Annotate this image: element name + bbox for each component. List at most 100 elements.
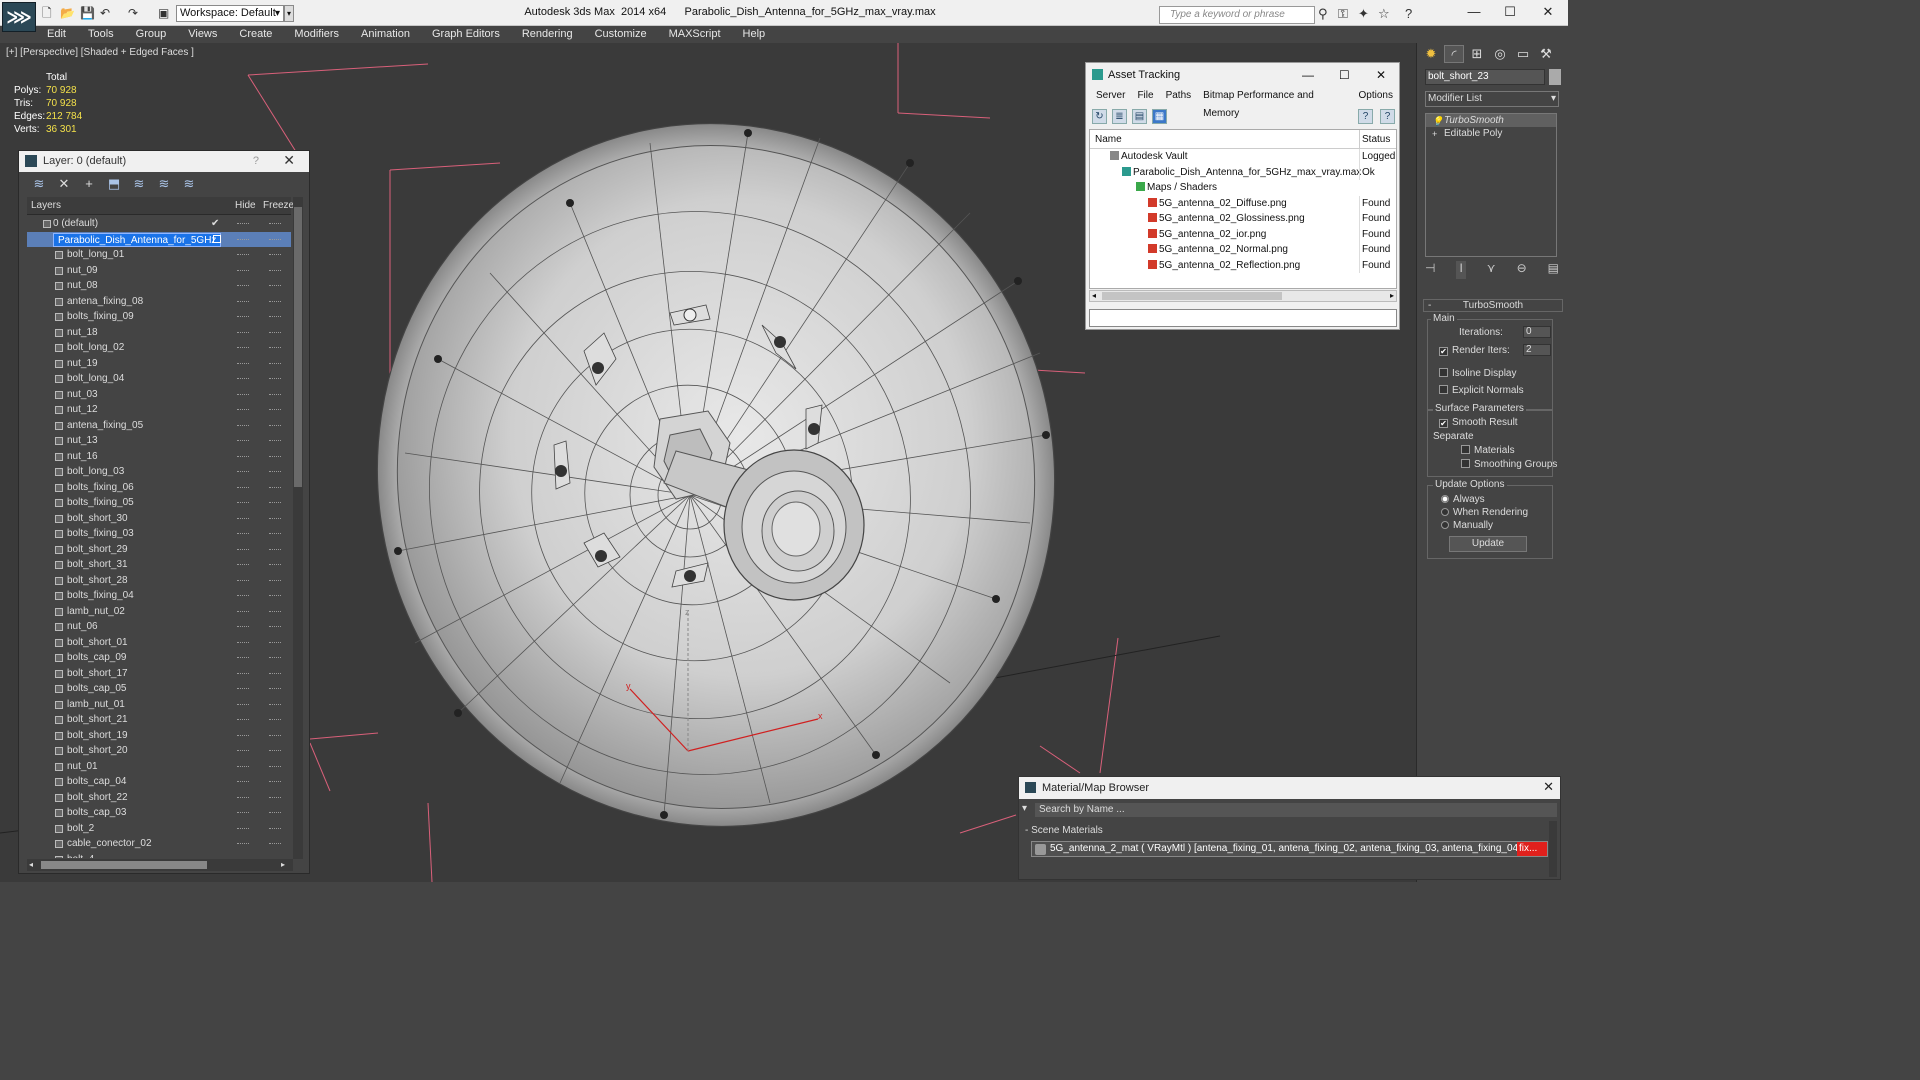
remove-modifier-icon[interactable]: ⊖ <box>1517 261 1527 279</box>
add-to-layer-icon[interactable]: + <box>81 176 97 192</box>
hide-toggle[interactable] <box>237 796 249 799</box>
freeze-toggle[interactable] <box>269 579 281 582</box>
asset-row[interactable]: 5G_antenna_02_Normal.png Found <box>1090 242 1396 258</box>
hide-toggle[interactable] <box>237 734 249 737</box>
freeze-toggle[interactable] <box>269 827 281 830</box>
hide-toggle[interactable] <box>237 238 249 241</box>
current-layer-icon[interactable] <box>213 234 221 243</box>
freeze-toggle[interactable] <box>269 269 281 272</box>
layer-object-row[interactable]: nut_09 <box>27 263 291 279</box>
menu-graph-editors[interactable]: Graph Editors <box>421 26 511 43</box>
layer-panel-title-bar[interactable]: Layer: 0 (default) ? ✕ <box>19 151 309 172</box>
layer-object-row[interactable]: bolts_fixing_03 <box>27 526 291 542</box>
freeze-toggle[interactable] <box>269 455 281 458</box>
col-freeze[interactable]: Freeze <box>263 197 294 215</box>
layer-object-row[interactable]: nut_03 <box>27 387 291 403</box>
hide-toggle[interactable] <box>237 223 249 225</box>
asset-row[interactable]: Autodesk VaultLogged C <box>1090 149 1396 165</box>
col-hide[interactable]: Hide <box>235 197 256 215</box>
hide-toggle[interactable] <box>237 269 249 272</box>
scene-materials-section[interactable]: - Scene Materials <box>1025 825 1103 836</box>
render-iters-spinner[interactable]: 2 <box>1523 344 1551 356</box>
material-search-input[interactable]: Search by Name ... <box>1035 803 1557 817</box>
motion-tab-icon[interactable]: ◎ <box>1490 45 1510 63</box>
menu-customize[interactable]: Customize <box>584 26 658 43</box>
freeze-toggle[interactable] <box>269 378 281 380</box>
asset-row[interactable]: Maps / Shaders <box>1090 180 1396 196</box>
satellite-icon[interactable]: ✦ <box>1358 6 1369 22</box>
layer-object-row[interactable]: bolt_long_02 <box>27 340 291 356</box>
turbosmooth-rollout-header[interactable]: TurboSmooth <box>1423 299 1563 312</box>
refresh-icon[interactable]: ↻ <box>1092 109 1107 124</box>
layer-object-row[interactable]: bolt_short_30 <box>27 511 291 527</box>
menu-tools[interactable]: Tools <box>77 26 125 43</box>
col-status[interactable]: Status <box>1359 130 1390 149</box>
scroll-thumb[interactable] <box>41 861 207 869</box>
create-tab-icon[interactable]: ✹ <box>1421 45 1441 63</box>
hide-toggle[interactable] <box>237 409 249 411</box>
asset-row[interactable]: 5G_antenna_02_Reflection.png Found <box>1090 257 1396 273</box>
layer-object-row[interactable]: lamb_nut_02 <box>27 604 291 620</box>
hide-toggle[interactable] <box>237 703 249 706</box>
hide-toggle[interactable] <box>237 378 249 380</box>
asset-row[interactable]: 5G_antenna_02_Glossiness.png Found <box>1090 211 1396 227</box>
layer-object-row[interactable]: bolt_2 <box>27 821 291 837</box>
layer-object-row[interactable]: bolt_short_21 <box>27 712 291 728</box>
freeze-toggle[interactable] <box>269 393 281 396</box>
always-radio-row[interactable]: Always <box>1441 494 1485 506</box>
menu-group[interactable]: Group <box>125 26 178 43</box>
layer-object-row[interactable]: nut_19 <box>27 356 291 372</box>
smooth-result-checkbox[interactable]: ✔ <box>1439 419 1448 428</box>
help-icon[interactable]: ? <box>1405 6 1412 21</box>
asset-menu-server[interactable]: Server <box>1090 87 1131 105</box>
freeze-toggle[interactable] <box>269 517 281 520</box>
expand-icon[interactable]: + <box>1432 128 1437 141</box>
smooth-result-row[interactable]: ✔ Smooth Result <box>1439 417 1518 429</box>
asset-path-input[interactable] <box>1089 309 1397 327</box>
hide-toggle[interactable] <box>237 812 249 814</box>
hide-toggle[interactable] <box>237 750 249 752</box>
menu-edit[interactable]: Edit <box>36 26 77 43</box>
hide-toggle[interactable] <box>237 564 249 566</box>
layer-object-row[interactable]: nut_08 <box>27 278 291 294</box>
freeze-toggle[interactable] <box>269 750 281 752</box>
show-end-result-icon[interactable]: I <box>1456 261 1466 279</box>
freeze-toggle[interactable] <box>269 595 281 597</box>
materials-row[interactable]: Materials <box>1461 445 1515 457</box>
hide-toggle[interactable] <box>237 765 249 768</box>
hide-toggle[interactable] <box>237 424 249 427</box>
layer-object-row[interactable]: bolt_short_17 <box>27 666 291 682</box>
hide-toggle[interactable] <box>237 331 249 334</box>
layer-object-row[interactable]: bolt_4 <box>27 852 291 858</box>
layer-object-row[interactable]: nut_06 <box>27 619 291 635</box>
layer-object-row[interactable]: bolt_short_19 <box>27 728 291 744</box>
layer-object-row[interactable]: bolt_short_20 <box>27 743 291 759</box>
hide-toggle[interactable] <box>237 781 249 783</box>
layer-object-row[interactable]: lamb_nut_01 <box>27 697 291 713</box>
delete-layer-icon[interactable]: ✕ <box>56 176 72 192</box>
app-logo-icon[interactable]: ⋙ <box>2 2 36 32</box>
freeze-toggle[interactable] <box>269 765 281 768</box>
scroll-right-icon[interactable]: ▸ <box>281 859 285 871</box>
configure-sets-icon[interactable]: ▤ <box>1548 261 1559 279</box>
freeze-all-icon[interactable]: ≋ <box>181 176 197 192</box>
search-input[interactable]: Type a keyword or phrase <box>1159 6 1315 24</box>
freeze-toggle[interactable] <box>269 471 281 473</box>
hide-toggle[interactable] <box>237 579 249 582</box>
layer-object-row[interactable]: nut_13 <box>27 433 291 449</box>
freeze-toggle[interactable] <box>269 548 281 551</box>
minimize-icon[interactable]: — <box>1302 63 1314 87</box>
material-browser-title-bar[interactable]: Material/Map Browser ✕ <box>1019 777 1560 799</box>
manually-radio[interactable] <box>1441 521 1449 529</box>
hide-toggle[interactable] <box>237 440 249 442</box>
scroll-left-icon[interactable]: ◂ <box>1092 291 1096 301</box>
hide-toggle[interactable] <box>237 843 249 845</box>
asset-row[interactable]: Parabolic_Dish_Antenna_for_5GHz_max_vray… <box>1090 164 1396 180</box>
hide-toggle[interactable] <box>237 285 249 287</box>
binoculars-icon[interactable]: ⚲ <box>1318 6 1328 22</box>
iterations-spinner[interactable]: 0 <box>1523 326 1551 338</box>
explicit-normals-checkbox[interactable] <box>1439 385 1448 394</box>
asset-title-bar[interactable]: Asset Tracking — ☐ ✕ <box>1086 63 1399 87</box>
layer-object-row[interactable]: antena_fixing_08 <box>27 294 291 310</box>
smoothing-groups-checkbox[interactable] <box>1461 459 1470 468</box>
